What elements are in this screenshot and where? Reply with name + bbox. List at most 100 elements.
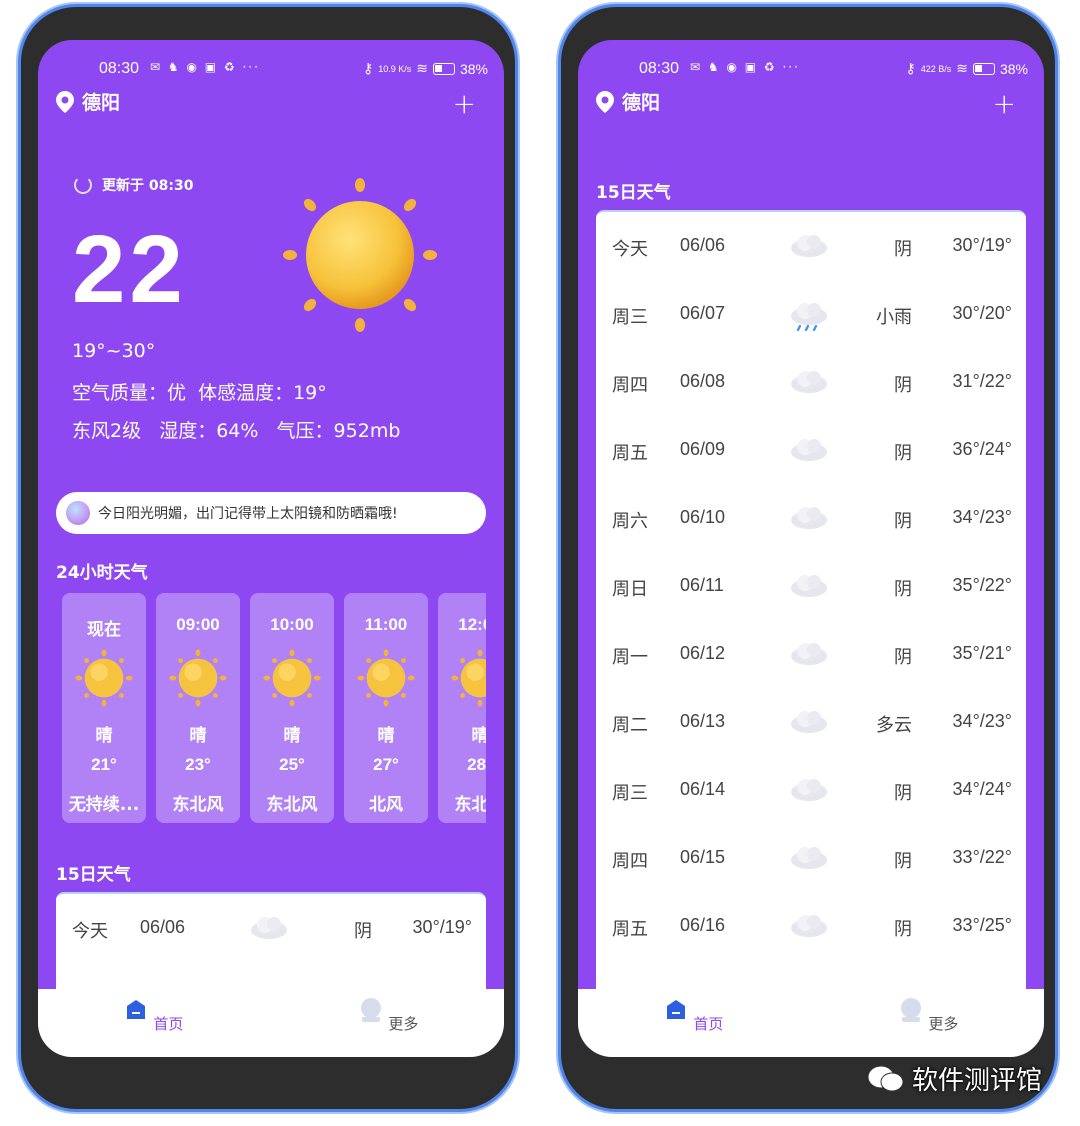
- tab-home[interactable]: 首页: [653, 997, 733, 1034]
- day-name: 周五: [612, 919, 648, 940]
- hour-condition: 晴: [189, 726, 207, 746]
- location[interactable]: 德阳: [56, 88, 120, 115]
- cloud-icon: [788, 228, 830, 264]
- daily-row[interactable]: 周四 06/15 阴 33°/22°: [596, 824, 1026, 892]
- wechat-icon: [867, 1065, 904, 1091]
- day-condition: 阴: [894, 443, 912, 464]
- tab-more[interactable]: 更多: [348, 997, 428, 1034]
- hourly-scroller[interactable]: 现在晴 21° 无持续... 09:00 晴 23° 东北风 10:00 晴 25° 东北风 11:0…: [62, 593, 486, 825]
- daily-row[interactable]: 周六 06/10 阴 34°/23°: [596, 484, 1026, 552]
- day-condition: 阴: [894, 239, 912, 260]
- day-name: 周四: [612, 851, 648, 872]
- tab-more[interactable]: 更多: [888, 997, 968, 1034]
- add-city-button[interactable]: +: [993, 90, 1016, 118]
- tab-home-label: 首页: [153, 1015, 184, 1033]
- wifi-icon: ≋: [416, 60, 428, 76]
- hourly-title: 24小时天气: [56, 563, 148, 583]
- wind-humidity-line: 东风2级 湿度：64% 气压：952mb: [72, 420, 401, 442]
- update-status[interactable]: 更新于 08:30: [74, 175, 193, 195]
- tab-home-label: 首页: [693, 1015, 724, 1033]
- cloud-icon: [788, 772, 830, 808]
- update-time: 更新于 08:30: [102, 178, 194, 194]
- screen-daily: 08:30 ✉ ♞ ◉ ▣ ♻ ··· ⚷ 422 B/s ≋ 38% 德阳 +…: [578, 40, 1044, 1057]
- bottom-tab-bar: 首页 更多: [38, 989, 504, 1057]
- phone-frame-left: 08:30 ✉ ♞ ◉ ▣ ♻ ··· ⚷ 10.9 K/s ≋ 38% 德阳 …: [18, 4, 518, 1112]
- daily-row[interactable]: 周一 06/12 阴 35°/21°: [596, 620, 1026, 688]
- day-name: 周四: [612, 375, 648, 396]
- hourly-card[interactable]: 09:00 晴 23° 东北风: [156, 593, 240, 823]
- notification-icons: ✉ ♞ ◉ ▣ ♻ ···: [150, 60, 260, 74]
- hour-temp: 21°: [91, 755, 117, 774]
- daily-list[interactable]: 今天 06/06 阴 30°/19° 周三 06/07 小雨 30°/20° 周四 06/08 阴 3…: [596, 210, 1026, 1010]
- day-condition: 阴: [894, 647, 912, 668]
- day-name: 周二: [612, 715, 648, 736]
- hourly-card[interactable]: 12:00 晴 28° 东北风: [438, 593, 486, 823]
- daily-title: 15日天气: [596, 183, 671, 203]
- day-condition: 阴: [354, 921, 372, 942]
- status-time: 08:30: [99, 60, 140, 77]
- day-date: 06/10: [680, 507, 726, 527]
- hour-wind: 北风: [369, 795, 403, 815]
- day-name: 周三: [612, 783, 648, 804]
- day-date: 06/11: [680, 575, 724, 595]
- watermark-text: 软件测评馆: [912, 1066, 1043, 1096]
- add-city-button[interactable]: +: [453, 90, 476, 118]
- cloud-icon: [788, 364, 830, 400]
- daily-row[interactable]: 周四 06/08 阴 31°/22°: [596, 348, 1026, 416]
- notification-icons: ✉ ♞ ◉ ▣ ♻ ···: [690, 60, 800, 74]
- day-date: 06/12: [680, 643, 726, 663]
- day-date: 06/14: [680, 779, 726, 799]
- daily-title: 15日天气: [56, 865, 131, 885]
- hourly-card[interactable]: 10:00 晴 25° 东北风: [250, 593, 334, 823]
- tab-home[interactable]: 首页: [113, 997, 193, 1034]
- sun-icon: [169, 649, 227, 707]
- hourly-card[interactable]: 现在晴 21° 无持续...: [62, 593, 146, 823]
- daily-row[interactable]: 周三 06/14 阴 34°/24°: [596, 756, 1026, 824]
- daily-row[interactable]: 周五 06/16 阴 33°/25°: [596, 892, 1026, 960]
- status-right: ⚷ 10.9 K/s ≋ 38%: [363, 60, 488, 77]
- daily-row[interactable]: 周二 06/13 多云 34°/23°: [596, 688, 1026, 756]
- day-date: 06/16: [680, 915, 726, 935]
- sun-icon: [75, 649, 133, 707]
- day-name: 周五: [612, 443, 648, 464]
- battery-percent: 38%: [999, 60, 1028, 77]
- hour-wind: 东北风: [172, 795, 224, 815]
- day-name: 周一: [612, 647, 648, 668]
- hourly-card[interactable]: 11:00 晴 27° 北风: [344, 593, 428, 823]
- day-condition: 小雨: [876, 307, 912, 328]
- status-time: 08:30: [639, 60, 680, 77]
- day-date: 06/08: [680, 371, 726, 391]
- hour-temp: 28°: [467, 755, 486, 774]
- screen-home: 08:30 ✉ ♞ ◉ ▣ ♻ ··· ⚷ 10.9 K/s ≋ 38% 德阳 …: [38, 40, 504, 1057]
- hour-time: 现在: [87, 620, 121, 639]
- tab-more-label: 更多: [388, 1015, 419, 1033]
- daily-row[interactable]: 周日 06/11 阴 35°/22°: [596, 552, 1026, 620]
- battery-percent: 38%: [459, 60, 488, 77]
- day-temp-range: 34°/23°: [952, 507, 1012, 527]
- day-condition: 阴: [894, 783, 912, 804]
- tip-text: 今日阳光明媚，出门记得带上太阳镜和防晒霜哦!: [98, 506, 398, 522]
- hour-time: 12:00: [458, 615, 486, 634]
- hour-condition: 晴: [283, 726, 301, 746]
- daily-row[interactable]: 今天 06/06 阴 30°/19°: [56, 894, 486, 962]
- tip-banner[interactable]: 今日阳光明媚，出门记得带上太阳镜和防晒霜哦!: [56, 492, 486, 534]
- daily-row[interactable]: 周三 06/07 小雨 30°/20°: [596, 280, 1026, 348]
- city-name: 德阳: [82, 92, 121, 114]
- bottom-tab-bar: 首页 更多: [578, 989, 1044, 1057]
- status-bar: 08:30 ✉ ♞ ◉ ▣ ♻ ··· ⚷ 10.9 K/s ≋ 38%: [38, 57, 504, 81]
- hour-condition: 晴: [471, 726, 487, 746]
- location[interactable]: 德阳: [596, 88, 660, 115]
- hour-temp: 27°: [373, 755, 399, 774]
- hour-time: 09:00: [176, 615, 220, 634]
- day-temp-range: 31°/22°: [952, 371, 1012, 391]
- status-right: ⚷ 422 B/s ≋ 38%: [905, 60, 1028, 77]
- phone-frame-right: 08:30 ✉ ♞ ◉ ▣ ♻ ··· ⚷ 422 B/s ≋ 38% 德阳 +…: [558, 4, 1058, 1112]
- daily-row[interactable]: 周五 06/09 阴 36°/24°: [596, 416, 1026, 484]
- day-temp-range: 30°/19°: [412, 917, 472, 937]
- day-temp-range: 33°/22°: [952, 847, 1012, 867]
- more-icon: [900, 998, 921, 1022]
- cloud-icon: [788, 840, 830, 876]
- daily-row[interactable]: 今天 06/06 阴 30°/19°: [596, 212, 1026, 280]
- day-date: 06/06: [680, 235, 726, 255]
- day-condition: 阴: [894, 511, 912, 532]
